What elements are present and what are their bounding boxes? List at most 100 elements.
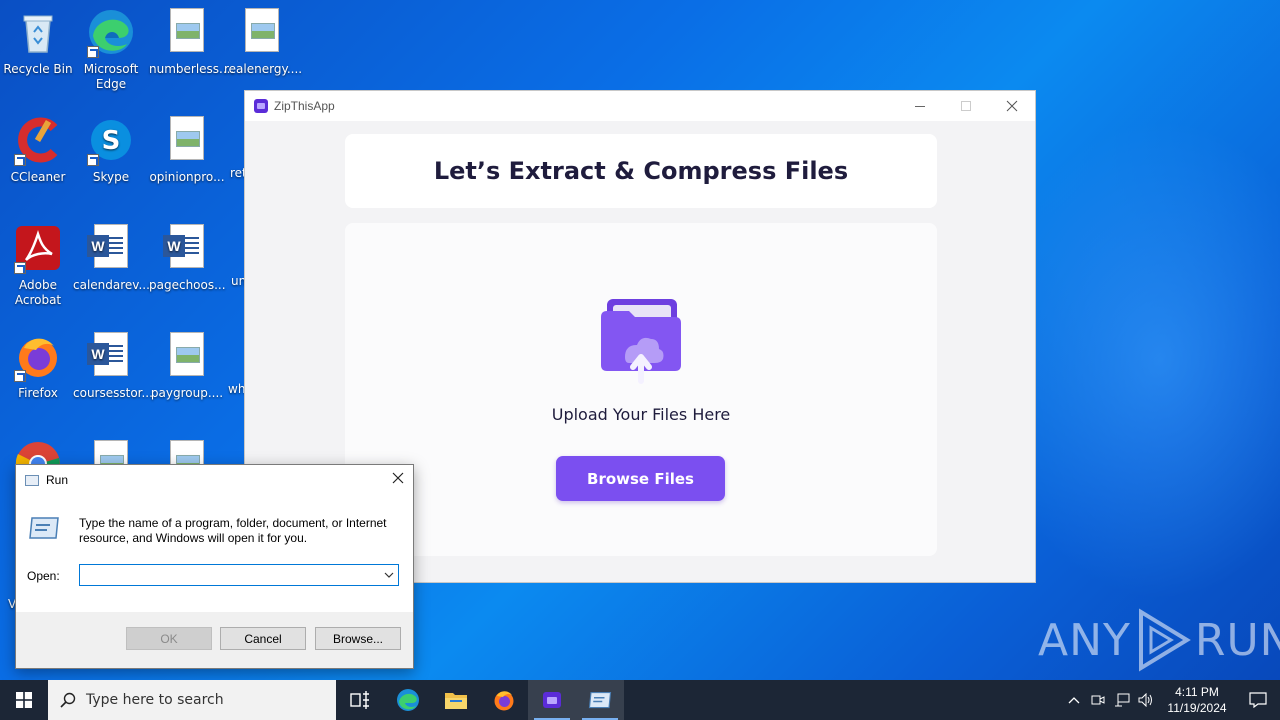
- svg-text:S: S: [102, 126, 121, 156]
- run-program-icon: [588, 691, 612, 709]
- desktop-icon-file[interactable]: opinionpro...: [149, 116, 225, 185]
- desktop-icon-label: paygroup....: [150, 386, 224, 400]
- upload-dropzone[interactable]: Upload Your Files Here Browse Files: [345, 223, 937, 556]
- desktop-icon-ccleaner[interactable]: CCleaner: [0, 116, 76, 185]
- shortcut-arrow-icon: [14, 262, 26, 274]
- image-file-icon: [245, 8, 279, 52]
- desktop-icon-word-file[interactable]: calendarev...: [73, 224, 150, 293]
- taskbar-search[interactable]: Type here to search: [48, 680, 336, 720]
- desktop-icon-label: Firefox: [18, 386, 58, 400]
- image-file-icon: [170, 332, 204, 376]
- desktop-icon-label: opinionpro...: [149, 170, 225, 184]
- app-window-title: ZipThisApp: [274, 99, 335, 113]
- taskbar-firefox[interactable]: [480, 680, 528, 720]
- recycle-bin-icon: [14, 8, 62, 56]
- cancel-button[interactable]: Cancel: [220, 627, 306, 650]
- desktop-icon-file[interactable]: realenergy....: [224, 8, 303, 77]
- run-dialog-title: Run: [46, 473, 69, 487]
- app-logo-icon: [254, 99, 268, 113]
- minimize-button[interactable]: [897, 91, 943, 121]
- word-document-icon: [163, 224, 204, 268]
- header-card: Let’s Extract & Compress Files: [345, 134, 937, 208]
- edge-icon: [87, 8, 135, 58]
- desktop-icon-label: realenergy....: [224, 62, 303, 76]
- desktop-icon-adobe-acrobat[interactable]: Adobe Acrobat: [0, 224, 76, 308]
- close-icon: [392, 472, 404, 484]
- desktop-icon-firefox[interactable]: Firefox: [0, 332, 76, 401]
- clock-time: 4:11 PM: [1175, 685, 1219, 699]
- network-button[interactable]: [1110, 680, 1134, 720]
- firefox-icon: [14, 332, 62, 382]
- clock[interactable]: 4:11 PM 11/19/2024: [1158, 684, 1236, 716]
- desktop-icon-label: pagechoos...: [149, 278, 226, 292]
- taskbar-file-explorer[interactable]: [432, 680, 480, 720]
- ok-button[interactable]: OK: [126, 627, 212, 650]
- desktop-icon-partial[interactable]: V: [0, 597, 16, 612]
- run-dialog[interactable]: Run Type the name of a program, folder, …: [15, 464, 414, 669]
- run-close-button[interactable]: [391, 471, 405, 490]
- desktop-icon-edge[interactable]: Microsoft Edge: [73, 8, 149, 92]
- start-button[interactable]: [0, 680, 48, 720]
- run-icon: [25, 474, 39, 486]
- ccleaner-icon: [14, 116, 62, 166]
- system-tray: 4:11 PM 11/19/2024: [1062, 680, 1280, 720]
- skype-icon: S: [87, 116, 135, 166]
- run-dialog-body: Type the name of a program, folder, docu…: [16, 495, 413, 612]
- notification-icon: [1249, 692, 1267, 708]
- close-icon: [1006, 100, 1018, 112]
- volume-button[interactable]: [1134, 680, 1158, 720]
- browse-button[interactable]: Browse...: [315, 627, 401, 650]
- chevron-down-icon: [384, 572, 394, 578]
- maximize-icon: [961, 101, 971, 111]
- firefox-icon: [494, 691, 514, 711]
- desktop-icon-skype[interactable]: S Skype: [73, 116, 149, 185]
- run-description: Type the name of a program, folder, docu…: [79, 516, 387, 545]
- folder-upload-icon: [601, 299, 681, 384]
- tray-app-button[interactable]: [1086, 680, 1110, 720]
- taskbar-edge[interactable]: [384, 680, 432, 720]
- open-input[interactable]: [79, 564, 399, 586]
- volume-icon: [1138, 693, 1152, 707]
- show-hidden-icons-button[interactable]: [1062, 680, 1086, 720]
- run-titlebar[interactable]: Run: [16, 465, 413, 495]
- search-placeholder: Type here to search: [86, 692, 224, 708]
- taskbar-zipthisapp[interactable]: [528, 680, 576, 720]
- shortcut-arrow-icon: [14, 370, 26, 382]
- watermark-text-right: RUN: [1194, 614, 1280, 666]
- zipthisapp-icon: [543, 692, 561, 708]
- taskbar: Type here to search 4:11 PM 11/19/2024: [0, 680, 1280, 720]
- run-program-icon: [29, 517, 59, 539]
- meet-now-icon: [1091, 695, 1105, 705]
- play-logo-icon: [1138, 608, 1191, 672]
- browse-files-button[interactable]: Browse Files: [556, 456, 725, 501]
- desktop-icon-label: calendarev...: [73, 278, 150, 292]
- desktop-icon-label: Microsoft Edge: [83, 62, 139, 91]
- desktop-icon-label: CCleaner: [10, 170, 66, 184]
- maximize-button[interactable]: [943, 91, 989, 121]
- word-document-icon: [87, 224, 128, 268]
- desktop-icon-label: coursesstor...: [73, 386, 153, 400]
- app-titlebar[interactable]: ZipThisApp: [245, 91, 1035, 121]
- desktop-icon-recycle-bin[interactable]: Recycle Bin: [0, 8, 76, 77]
- taskbar-run[interactable]: [576, 680, 624, 720]
- network-icon: [1115, 693, 1130, 707]
- search-icon: [60, 692, 76, 708]
- image-file-icon: [170, 116, 204, 160]
- minimize-icon: [915, 105, 925, 107]
- close-button[interactable]: [989, 91, 1035, 121]
- shortcut-arrow-icon: [87, 154, 99, 166]
- task-view-button[interactable]: [336, 680, 384, 720]
- desktop-icon-word-file[interactable]: coursesstor...: [73, 332, 153, 401]
- desktop-icon-file[interactable]: numberless....: [149, 8, 234, 77]
- windows-logo-icon: [16, 692, 32, 708]
- task-view-icon: [350, 691, 369, 709]
- acrobat-icon: [14, 224, 62, 274]
- upload-prompt: Upload Your Files Here: [551, 405, 731, 424]
- desktop-icon-word-file[interactable]: pagechoos...: [149, 224, 226, 293]
- edge-icon: [397, 689, 419, 711]
- open-dropdown-button[interactable]: [381, 567, 397, 583]
- desktop-icon-label: Adobe Acrobat: [14, 278, 62, 307]
- notifications-button[interactable]: [1236, 680, 1280, 720]
- desktop-icon-label: Recycle Bin: [3, 62, 73, 76]
- desktop-icon-file[interactable]: paygroup....: [149, 332, 225, 401]
